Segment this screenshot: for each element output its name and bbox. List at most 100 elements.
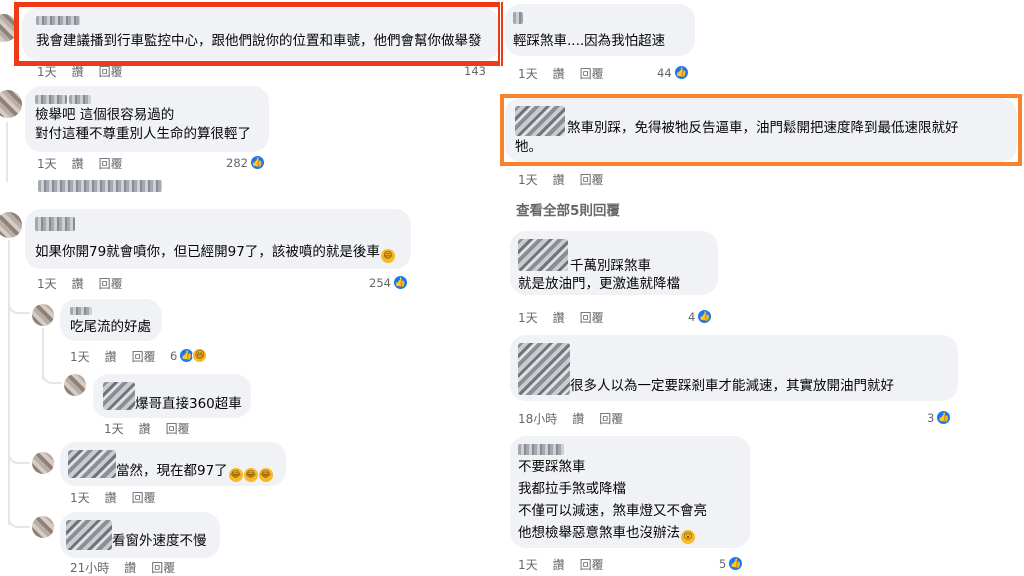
comment-text: 看窗外速度不慢 bbox=[112, 533, 207, 549]
reaction-count[interactable]: 254 👍 bbox=[369, 275, 408, 290]
comment-meta: 1天 讚 回覆 bbox=[37, 64, 138, 80]
timestamp[interactable]: 1天 bbox=[70, 491, 90, 505]
reaction-count[interactable]: 143 bbox=[464, 64, 486, 78]
reply-button[interactable]: 回覆 bbox=[99, 277, 123, 291]
like-button[interactable]: 讚 bbox=[105, 350, 117, 364]
timestamp[interactable]: 21小時 bbox=[70, 561, 109, 575]
comment-meta: 1天 讚 回覆 bbox=[37, 156, 138, 172]
reply-button[interactable]: 回覆 bbox=[132, 491, 156, 505]
comment-text: 如果你開79就會噴你，但已經開97了，該被噴的就是後車 😄 bbox=[35, 243, 395, 263]
like-reaction-icon: 👍 bbox=[697, 309, 713, 324]
timestamp[interactable]: 1天 bbox=[37, 277, 57, 291]
reply-button[interactable]: 回覆 bbox=[580, 67, 604, 81]
reply-button[interactable]: 回覆 bbox=[599, 412, 623, 426]
view-all-replies-link[interactable]: 查看全部5則回覆 bbox=[516, 199, 620, 219]
timestamp[interactable]: 1天 bbox=[37, 65, 57, 79]
commenter-name-blurred[interactable] bbox=[513, 12, 523, 24]
reaction-count[interactable]: 5 👍 bbox=[719, 556, 744, 571]
like-reaction-icon: 👍 bbox=[392, 275, 408, 290]
reaction-count-label: 44 bbox=[657, 65, 672, 80]
commenter-name-blurred[interactable] bbox=[35, 95, 67, 104]
like-button[interactable]: 讚 bbox=[72, 277, 84, 291]
avatar[interactable] bbox=[64, 374, 86, 396]
comment-meta: 1天 讚 回覆 bbox=[518, 66, 619, 82]
comment-text-line: 他想檢舉惡意煞車也沒辦法 😮 bbox=[518, 524, 695, 544]
reply-preview-blurred[interactable] bbox=[38, 180, 162, 192]
comment-meta: 1天 讚 回覆 bbox=[37, 276, 138, 292]
reply-button[interactable]: 回覆 bbox=[580, 173, 604, 187]
timestamp[interactable]: 18小時 bbox=[518, 412, 557, 426]
like-reaction-icon: 👍 bbox=[673, 65, 689, 80]
reaction-count-label: 6 bbox=[170, 348, 178, 363]
timestamp[interactable]: 1天 bbox=[518, 67, 538, 81]
reaction-count[interactable]: 3 👍 bbox=[927, 410, 952, 425]
commenter-name-blurred[interactable] bbox=[518, 239, 568, 271]
like-button[interactable]: 讚 bbox=[105, 491, 117, 505]
comment-text: 吃尾流的好處 bbox=[70, 319, 151, 335]
reaction-count[interactable]: 282 👍 bbox=[226, 155, 265, 170]
reaction-count-label: 282 bbox=[226, 155, 248, 170]
comment-meta: 21小時 讚 回覆 bbox=[70, 560, 190, 576]
reply-button[interactable]: 回覆 bbox=[99, 65, 123, 79]
comment-text-line: 檢舉吧 這個很容易過的 bbox=[35, 107, 175, 123]
reaction-count[interactable]: 44 👍 bbox=[657, 65, 689, 80]
comment-text-line: 對付這種不尊重別人生命的算很輕了 bbox=[35, 126, 251, 142]
avatar[interactable] bbox=[0, 90, 22, 118]
thread-connector bbox=[42, 366, 62, 384]
like-reaction-icon: 👍 bbox=[936, 410, 952, 425]
comment-meta: 1天 讚 回覆 bbox=[518, 557, 619, 573]
comment-text-line: 不要踩煞車 bbox=[518, 459, 586, 475]
comment-meta: 1天 讚 回覆 bbox=[518, 310, 619, 326]
avatar[interactable] bbox=[32, 516, 54, 538]
avatar[interactable] bbox=[32, 452, 54, 474]
commenter-name-blurred[interactable] bbox=[70, 307, 92, 315]
comment-bubble: 吃尾流的好處 bbox=[60, 299, 162, 341]
like-button[interactable]: 讚 bbox=[72, 157, 84, 171]
commenter-name-blurred[interactable] bbox=[518, 343, 570, 395]
thread-connector bbox=[8, 446, 30, 464]
timestamp[interactable]: 1天 bbox=[70, 350, 90, 364]
commenter-name-blurred[interactable] bbox=[103, 382, 135, 410]
grin-emoji-icon: 😄 bbox=[380, 249, 395, 263]
reply-button[interactable]: 回覆 bbox=[166, 422, 190, 436]
timestamp[interactable]: 1天 bbox=[518, 311, 538, 325]
reply-button[interactable]: 回覆 bbox=[580, 558, 604, 572]
reply-button[interactable]: 回覆 bbox=[580, 311, 604, 325]
like-button[interactable]: 讚 bbox=[553, 67, 565, 81]
reply-button[interactable]: 回覆 bbox=[132, 350, 156, 364]
comment-meta: 1天 讚 回覆 bbox=[70, 349, 171, 365]
reply-button[interactable]: 回覆 bbox=[99, 157, 123, 171]
commenter-name-blurred[interactable] bbox=[69, 95, 91, 104]
commenter-name-blurred[interactable] bbox=[66, 520, 112, 550]
commenter-name-blurred[interactable] bbox=[518, 444, 564, 455]
like-button[interactable]: 讚 bbox=[124, 561, 136, 575]
comment-text-content: 當然，現在都97了 bbox=[116, 463, 228, 479]
timestamp[interactable]: 1天 bbox=[37, 157, 57, 171]
laughing-emoji-icon: 😂 bbox=[243, 468, 258, 482]
comment-bubble: 如果你開79就會噴你，但已經開97了，該被噴的就是後車 😄 bbox=[25, 209, 411, 269]
comment-meta: 1天 讚 回覆 bbox=[518, 172, 619, 188]
avatar[interactable] bbox=[32, 304, 54, 326]
like-button[interactable]: 讚 bbox=[553, 173, 565, 187]
like-button[interactable]: 讚 bbox=[553, 311, 565, 325]
commenter-name-blurred[interactable] bbox=[68, 450, 116, 478]
comment-meta: 18小時 讚 回覆 bbox=[518, 411, 638, 427]
timestamp[interactable]: 1天 bbox=[518, 558, 538, 572]
timestamp[interactable]: 1天 bbox=[518, 173, 538, 187]
timestamp[interactable]: 1天 bbox=[104, 422, 124, 436]
comment-bubble: 不要踩煞車 我都拉手煞或降檔 不僅可以減速，煞車燈又不會亮 他想檢舉惡意煞車也沒… bbox=[510, 436, 750, 548]
reaction-count[interactable]: 6 👍 😆 bbox=[170, 348, 208, 363]
reply-button[interactable]: 回覆 bbox=[151, 561, 175, 575]
like-reaction-icon: 👍 bbox=[728, 556, 744, 571]
avatar[interactable] bbox=[0, 212, 22, 238]
column-divider bbox=[500, 0, 501, 576]
like-button[interactable]: 讚 bbox=[72, 65, 84, 79]
like-button[interactable]: 讚 bbox=[572, 412, 584, 426]
comment-text: 輕踩煞車....因為我怕超速 bbox=[513, 33, 666, 49]
like-button[interactable]: 讚 bbox=[139, 422, 151, 436]
reaction-count[interactable]: 4 👍 bbox=[688, 309, 713, 324]
highlight-box-red bbox=[14, 2, 503, 66]
commenter-name-blurred[interactable] bbox=[35, 217, 75, 231]
comment-bubble: 很多人以為一定要踩剎車才能減速，其實放開油門就好 bbox=[510, 335, 958, 401]
like-button[interactable]: 讚 bbox=[553, 558, 565, 572]
